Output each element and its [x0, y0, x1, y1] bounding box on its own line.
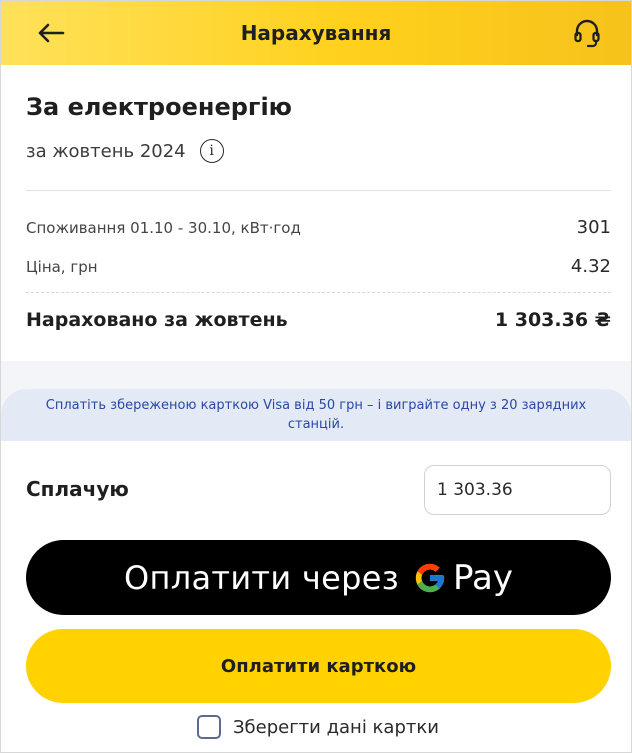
support-button[interactable] — [567, 13, 607, 53]
total-row: Нараховано за жовтень 1 303.36 ₴ — [26, 309, 611, 331]
save-card-option[interactable]: Зберегти дані картки — [197, 715, 439, 739]
google-pay-label: Оплатити через — [124, 558, 400, 597]
price-row: Ціна, грн 4.32 — [26, 256, 611, 277]
google-pay-brand: Pay — [453, 557, 513, 598]
google-g-icon — [413, 561, 447, 595]
pay-by-card-button[interactable]: Оплатити карткою — [26, 629, 611, 703]
total-value: 1 303.36 ₴ — [494, 309, 611, 331]
consumption-value: 301 — [576, 217, 611, 238]
pay-by-card-label: Оплатити карткою — [220, 655, 417, 677]
consumption-label: Споживання 01.10 - 30.10, кВт·год — [26, 218, 301, 237]
promo-banner: Сплатіть збереженою карткою Visa від 50 … — [1, 389, 631, 441]
price-value: 4.32 — [570, 256, 611, 277]
price-label: Ціна, грн — [26, 257, 98, 276]
consumption-row: Споживання 01.10 - 30.10, кВт·год 301 — [26, 217, 611, 238]
back-button[interactable] — [31, 13, 71, 53]
period-row: за жовтень 2024 i — [26, 139, 224, 163]
promo-text: Сплатіть збереженою карткою Visa від 50 … — [45, 398, 587, 432]
save-card-label: Зберегти дані картки — [233, 716, 439, 738]
page-title: Нарахування — [240, 21, 392, 45]
divider — [26, 190, 611, 191]
info-icon[interactable]: i — [199, 139, 224, 163]
top-app-bar: Нарахування — [1, 1, 631, 65]
total-label: Нараховано за жовтень — [26, 309, 288, 331]
save-card-checkbox[interactable] — [197, 715, 221, 739]
headset-icon — [574, 19, 600, 48]
invoice-title: За електроенергію — [26, 93, 293, 121]
invoice-period: за жовтень 2024 — [26, 140, 186, 162]
payment-amount-input[interactable] — [424, 465, 611, 515]
payment-amount-label: Сплачую — [26, 477, 129, 501]
google-pay-button[interactable]: Оплатити через Pay — [26, 540, 611, 615]
dashed-divider — [26, 292, 611, 293]
arrow-left-icon — [38, 23, 65, 43]
